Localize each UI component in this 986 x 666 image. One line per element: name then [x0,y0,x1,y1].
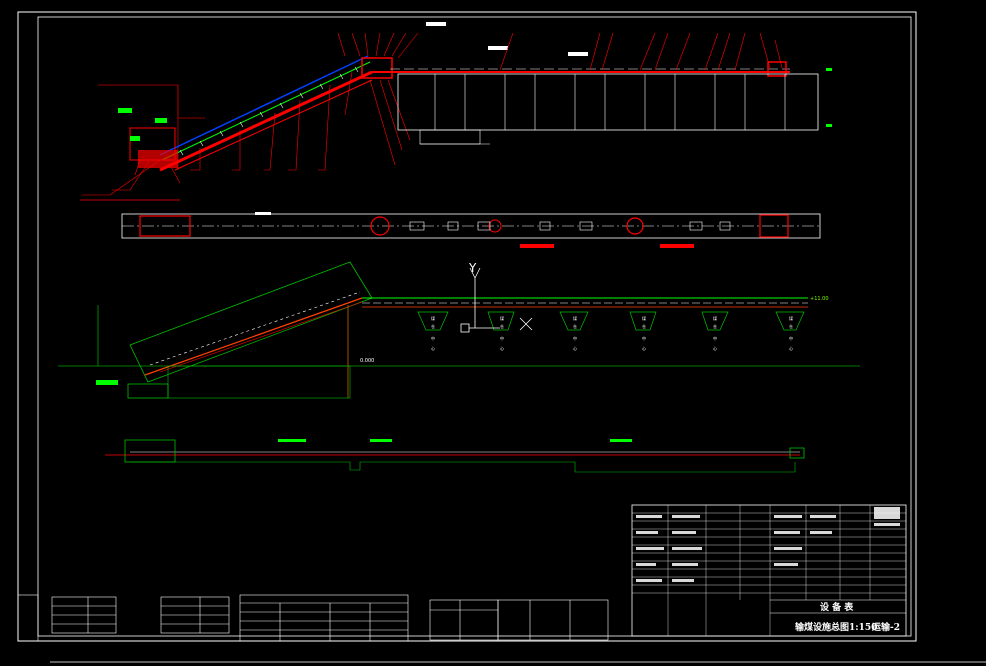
green-tag-1 [118,108,132,113]
incline-callouts [82,71,353,196]
svg-text:煤: 煤 [642,315,646,321]
gallery-frame-red [159,70,373,172]
bunker-base [419,129,481,145]
head-label-box [426,22,446,26]
building-outline [98,84,205,119]
svg-text:心: 心 [789,345,793,351]
head-callouts [337,32,419,166]
long-supports [130,461,796,473]
incline-belt-red [144,297,363,376]
drawing-sheet: 运输-2 [872,621,900,633]
bunker-green-mark-2 [826,124,832,127]
plan-tag-2 [660,244,694,248]
green-tag-3 [130,136,140,141]
svg-text:心: 心 [642,345,646,351]
svg-text:煤: 煤 [500,315,504,321]
svg-text:煤: 煤 [573,315,577,321]
tail-pit-ext [167,365,351,399]
head-note-box-2 [568,52,588,56]
svg-text:中: 中 [573,335,577,341]
svg-text:煤: 煤 [431,315,435,321]
ucs-axis-icon [460,267,533,333]
plan-tag-1 [520,244,554,248]
top-belt-callouts [499,32,783,71]
green-tag-2 [155,118,167,123]
svg-text:中: 中 [642,335,646,341]
long-head [789,447,805,459]
plan-tag-3 [255,212,271,215]
elevation-ground: 0.000 [360,358,374,364]
bunker-green-mark [826,68,832,71]
outer-border [17,11,917,642]
long-tail [124,439,176,463]
long-tag-1 [278,439,306,442]
svg-text:仓: 仓 [431,323,435,329]
svg-text:中: 中 [789,335,793,341]
svg-text:煤: 煤 [713,315,717,321]
svg-text:仓: 仓 [500,323,504,329]
svg-text:心: 心 [573,345,577,351]
hoppers [417,311,805,331]
view-long-section [105,439,805,473]
cad-drawing-canvas: +11.00 0.000 煤 仓 中 心 煤 仓 中 心 煤 仓 中 心 煤 仓… [17,11,986,663]
tail-pit [127,383,169,399]
svg-text:仓: 仓 [642,323,646,329]
incline-belt-red-2 [159,301,363,373]
svg-text:煤: 煤 [789,315,793,321]
gallery-frame-red-2 [174,79,373,171]
bunker-bay [397,73,819,131]
svg-text:中: 中 [431,335,435,341]
tail-station-fill [138,150,178,168]
ucs-y-label: Y [468,261,477,275]
bottom-tables [17,594,609,642]
hopper-labels: 煤 仓 中 心 煤 仓 中 心 煤 仓 中 心 煤 仓 中 心 煤 仓 中 心 … [431,315,793,351]
svg-text:仓: 仓 [789,323,793,329]
svg-text:仓: 仓 [713,323,717,329]
head-note-box [488,46,508,50]
svg-text:心: 心 [431,345,435,351]
svg-text:中: 中 [500,335,504,341]
elevation-upper: +11.00 [810,296,829,302]
equipment-table-heading: 设 备 表 [820,601,854,613]
bunker-columns [434,74,786,130]
pit-green-label [96,380,118,385]
svg-text:心: 心 [500,345,504,351]
svg-text:中: 中 [713,335,717,341]
inner-border [37,16,912,637]
view-section: +11.00 0.000 煤 仓 中 心 煤 仓 中 心 煤 仓 中 心 煤 仓… [58,261,860,399]
drawing-title: 输煤设施总图1:150 [795,621,877,633]
view-elevation-top [80,22,832,201]
svg-text:心: 心 [713,345,717,351]
equipment-table: 设 备 表 输煤设施总图1:150 运输-2 [631,504,907,637]
incline-belt-white [149,291,361,366]
gallery-top-blue [159,55,369,156]
incline-housing [129,261,373,383]
svg-text:仓: 仓 [573,323,577,329]
long-tag-3 [610,439,632,442]
gallery-belt-green [161,61,371,161]
long-tag-2 [370,439,392,442]
view-plan [121,212,821,248]
